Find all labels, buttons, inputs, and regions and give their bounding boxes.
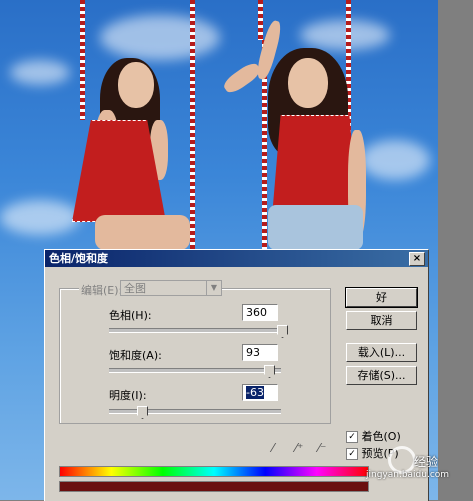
hue-value: 360 — [246, 306, 267, 319]
colorize-check-icon[interactable]: ✓ — [346, 431, 358, 443]
eyedropper-icon[interactable]: ⁄ — [272, 441, 286, 455]
lightness-slider-track[interactable] — [109, 409, 281, 414]
ok-button[interactable]: 好 — [345, 287, 418, 308]
close-button[interactable]: × — [409, 252, 425, 266]
edit-range-select[interactable]: 全图 ▼ — [120, 280, 222, 296]
watermark: 经验 jingyan.baidu.com — [364, 453, 449, 480]
chevron-down-icon[interactable]: ▼ — [206, 281, 221, 295]
hue-input[interactable]: 360 — [242, 304, 278, 321]
adjustment-group — [59, 288, 331, 424]
preview-check-icon[interactable]: ✓ — [346, 448, 358, 460]
colorize-checkbox[interactable]: ✓ 着色(O) — [346, 428, 401, 444]
saturation-slider-track[interactable] — [109, 368, 281, 373]
input-color-spectrum-bar — [59, 466, 369, 477]
watermark-site: jingyan.baidu.com — [366, 470, 450, 480]
saturation-input[interactable]: 93 — [242, 344, 278, 361]
output-color-bar — [59, 481, 369, 492]
dialog-title: 色相/饱和度 — [49, 252, 109, 265]
colorize-label: 着色(O) — [361, 430, 401, 443]
edit-label: 编辑(E): — [79, 282, 125, 298]
save-button[interactable]: 存储(S)... — [346, 366, 417, 385]
edit-range-value: 全图 — [124, 282, 146, 295]
cancel-button[interactable]: 取消 — [346, 311, 417, 330]
canvas-gray-area — [438, 0, 473, 500]
load-button[interactable]: 载入(L)... — [346, 343, 417, 362]
saturation-label: 饱和度(A): — [109, 349, 162, 362]
hue-slider-track[interactable] — [109, 328, 281, 333]
watermark-brand: 经验 — [414, 455, 439, 469]
saturation-value: 93 — [246, 346, 260, 359]
lightness-input[interactable]: -63 — [242, 384, 278, 401]
lightness-label: 明度(I): — [109, 389, 147, 402]
lightness-value: -63 — [246, 386, 264, 399]
eyedropper-plus-icon[interactable]: ⁄⁺ — [295, 441, 309, 455]
eyedropper-minus-icon[interactable]: ⁄⁻ — [318, 441, 332, 455]
dialog-titlebar[interactable]: 色相/饱和度 × — [45, 250, 428, 267]
hue-label: 色相(H): — [109, 309, 152, 322]
